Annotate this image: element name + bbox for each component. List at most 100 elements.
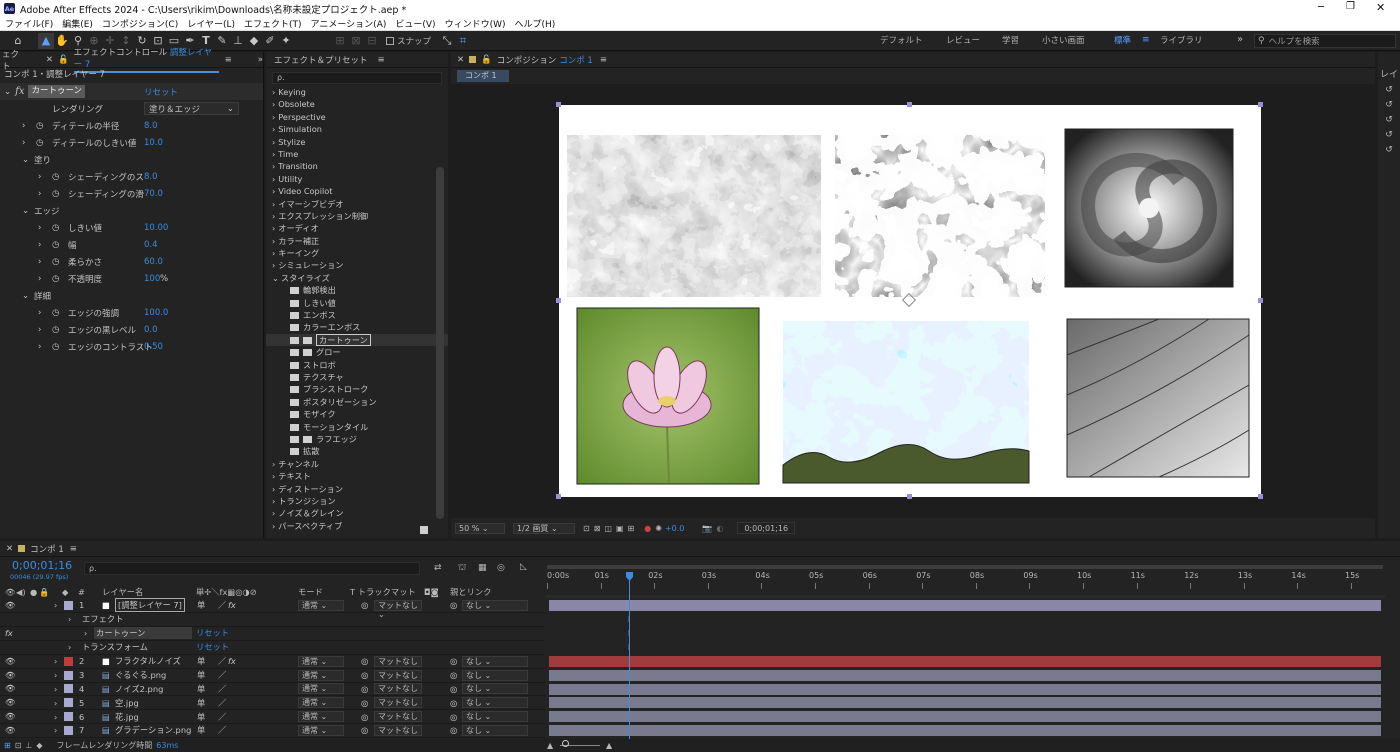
visibility-eye-icon[interactable]: 👁 xyxy=(5,711,16,722)
undo-icon[interactable]: ↺ xyxy=(1378,143,1400,158)
workspace-tab[interactable]: デフォルト xyxy=(880,34,946,46)
comp-subtab[interactable]: コンポ 1 xyxy=(457,70,509,82)
shy-switch[interactable]: 单 xyxy=(197,655,205,667)
layer-label-color[interactable] xyxy=(64,698,73,708)
parent-pickwhip-icon[interactable]: ◎ xyxy=(450,670,457,680)
effect-property-row[interactable]: › ◷ シェーディングの滑 70.0 xyxy=(0,185,263,202)
rendering-dropdown[interactable]: 塗り＆エッジ ⌄ xyxy=(144,102,239,115)
effect-category[interactable]: › Keying xyxy=(266,86,448,98)
effects-scrollbar[interactable] xyxy=(436,167,444,519)
axis-icon[interactable]: ⊞ xyxy=(332,33,348,49)
effect-property-row[interactable]: › ◷ ディテールのしきい値 10.0 xyxy=(0,134,263,151)
matte-icon[interactable]: ◎ xyxy=(361,684,368,694)
zoom-slider-handle[interactable] xyxy=(562,740,569,747)
layer-row[interactable]: 👁 › 7 ▤ グラデーション.png 单 ／ 通常 ⌄ ◎ マットなし ⌄ ◎ なし ⌄ xyxy=(0,724,545,744)
clone-stamp-icon[interactable]: ⊥ xyxy=(230,33,246,49)
effect-item[interactable]: エンボス xyxy=(266,309,448,321)
layer-duration-bar[interactable] xyxy=(549,725,1381,736)
expand-arrow-icon[interactable]: ⌄ xyxy=(4,87,11,97)
effect-item[interactable]: ブラシストローク xyxy=(266,383,448,395)
effect-category[interactable]: › ノイズ＆グレイン xyxy=(266,507,448,519)
parent-pickwhip-icon[interactable]: ◎ xyxy=(450,684,457,694)
layer-label-color[interactable] xyxy=(64,725,73,735)
snap-checkbox[interactable] xyxy=(386,36,394,45)
transform-handle[interactable] xyxy=(907,494,912,499)
fx-switch[interactable]: fx xyxy=(228,600,236,610)
stopwatch-icon[interactable]: ◷ xyxy=(52,189,59,199)
layer-name[interactable]: グラデーション.png xyxy=(115,724,191,736)
effect-category[interactable]: › トランジション xyxy=(266,495,448,507)
matte-icon[interactable]: ◎ xyxy=(361,698,368,708)
parent-pickwhip-icon[interactable]: ◎ xyxy=(450,600,457,610)
zoom-in-icon[interactable]: ▲ xyxy=(606,741,612,750)
effect-property-row[interactable]: ⌄ 詳細 xyxy=(0,287,263,304)
stopwatch-icon[interactable]: ◷ xyxy=(52,274,59,284)
effect-category[interactable]: › Obsolete xyxy=(266,98,448,110)
layer-duration-bar[interactable] xyxy=(549,711,1381,723)
show-snapshot-icon[interactable]: ◐ xyxy=(716,524,723,533)
menu-item[interactable]: ファイル(F) xyxy=(5,17,53,30)
panel-menu-icon[interactable]: ≡ xyxy=(378,55,385,65)
region-icon[interactable]: ◫ xyxy=(604,524,612,533)
more-workspaces-icon[interactable]: » xyxy=(1237,34,1243,45)
workspace-tab[interactable]: 小さい画面 xyxy=(1042,34,1114,46)
effect-item[interactable]: ストロボ xyxy=(266,359,448,371)
expand-arrow-icon[interactable]: › xyxy=(38,223,41,233)
track-matte-dropdown[interactable]: マットなし ⌄ xyxy=(374,683,422,702)
menu-item[interactable]: コンポジション(C) xyxy=(102,17,178,30)
expand-arrow-icon[interactable]: › xyxy=(38,342,41,352)
expand-arrow-icon[interactable]: › xyxy=(38,257,41,267)
matte-icon[interactable]: ◎ xyxy=(361,712,368,722)
expand-arrow-icon[interactable]: › xyxy=(38,172,41,182)
parent-pickwhip-icon[interactable]: ◎ xyxy=(450,712,457,722)
close-tab-icon[interactable]: ✕ xyxy=(46,55,53,65)
toggle-time-icon[interactable]: ⊥ xyxy=(25,741,32,750)
effect-property-row[interactable]: › ◷ シェーディングのス 8.0 xyxy=(0,168,263,185)
panel-menu-icon[interactable]: ≡ xyxy=(225,55,232,65)
visibility-eye-icon[interactable]: 👁 xyxy=(5,683,16,694)
layer-duration-bar[interactable] xyxy=(549,669,1381,681)
property-value[interactable]: 70.0 xyxy=(144,189,163,199)
transform-handle[interactable] xyxy=(907,102,912,107)
track-matte-dropdown[interactable]: マットなし ⌄ xyxy=(374,599,422,619)
property-value[interactable]: 0.50 xyxy=(144,342,163,352)
quality-switch[interactable]: ／ xyxy=(218,724,226,736)
effects-search[interactable]: ρ. xyxy=(272,72,442,84)
undo-icon[interactable]: ↺ xyxy=(1378,83,1400,98)
property-value[interactable]: 100 xyxy=(144,274,160,284)
layer-row[interactable]: 👁 › 3 ▤ ぐるぐる.png 单 ／ 通常 ⌄ ◎ マットなし ⌄ ◎ なし ⌄ xyxy=(0,669,545,689)
property-value[interactable]: 100.0 xyxy=(144,308,168,318)
snap-option-icon[interactable]: ⤡ xyxy=(439,33,455,49)
mode-dropdown[interactable]: 通常 ⌄ xyxy=(298,697,344,709)
effect-item[interactable]: モザイク xyxy=(266,408,448,420)
viewer-area[interactable] xyxy=(451,84,1375,518)
mode-dropdown[interactable]: 通常 ⌄ xyxy=(298,669,344,681)
expand-arrow-icon[interactable]: › xyxy=(22,138,25,148)
expand-arrow-icon[interactable]: ⌄ xyxy=(22,155,29,165)
toggle-switches-icon[interactable]: ⊞ xyxy=(4,741,11,750)
maximize-icon[interactable]: ❐ xyxy=(1346,1,1355,12)
graph-editor-icon[interactable]: ◺ xyxy=(520,562,527,572)
visibility-eye-icon[interactable]: 👁 xyxy=(5,725,16,736)
stopwatch-icon[interactable]: ◷ xyxy=(36,138,43,148)
timeline-timecode[interactable]: 0;00;01;16 xyxy=(12,559,72,572)
expand-arrow-icon[interactable]: ⌄ xyxy=(22,291,29,301)
mode-dropdown[interactable]: 通常 ⌄ xyxy=(298,724,344,736)
effect-name[interactable]: カートゥーン xyxy=(28,85,86,98)
menu-item[interactable]: レイヤー(L) xyxy=(187,17,235,30)
menu-item[interactable]: ウィンドウ(W) xyxy=(445,17,506,30)
stopwatch-icon[interactable]: ◷ xyxy=(36,121,43,131)
mode-dropdown[interactable]: 通常 ⌄ xyxy=(298,711,344,723)
close-tab-icon[interactable]: ✕ xyxy=(457,55,464,65)
parent-pickwhip-icon[interactable]: ◎ xyxy=(450,725,457,735)
visibility-eye-icon[interactable]: 👁 xyxy=(5,697,16,708)
property-value[interactable]: 8.0 xyxy=(144,172,158,182)
effect-category-expanded[interactable]: ⌄ スタイライズ xyxy=(266,272,448,284)
effect-property-row[interactable]: › ◷ しきい値 10.00 xyxy=(0,219,263,236)
property-value[interactable]: 0.0 xyxy=(144,325,158,335)
effect-category[interactable]: › エクスプレッション制御 xyxy=(266,210,448,222)
matte-icon[interactable]: ◎ xyxy=(361,656,368,666)
expand-arrow-icon[interactable]: › xyxy=(84,628,87,638)
mode-dropdown[interactable]: 通常 ⌄ xyxy=(298,683,344,695)
effect-property-row[interactable]: › ◷ ディテールの半径 8.0 xyxy=(0,117,263,134)
